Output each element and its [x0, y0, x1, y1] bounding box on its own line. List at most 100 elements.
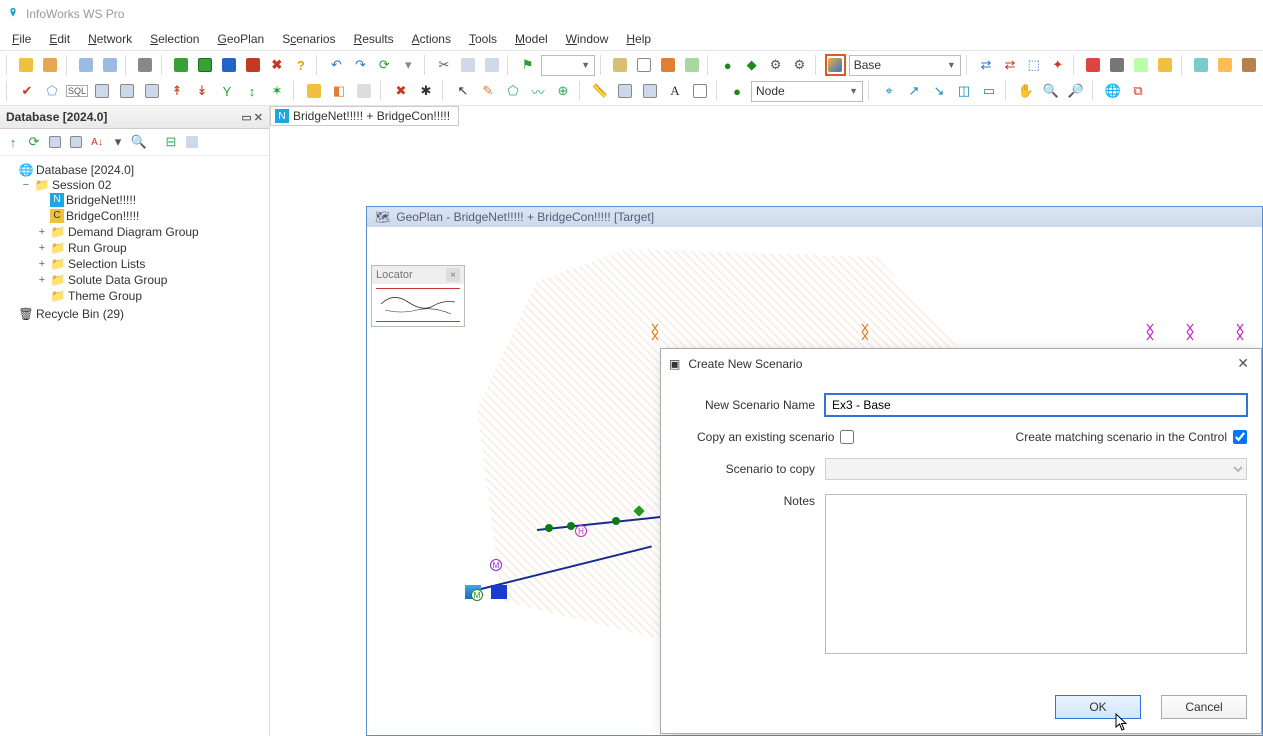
db-tool-filter[interactable]: ▾: [109, 133, 127, 151]
menu-window[interactable]: Window: [558, 30, 617, 48]
tool-a4[interactable]: ✦: [1047, 54, 1068, 76]
tool-gear2[interactable]: ⚙: [789, 54, 810, 76]
tool-trace2[interactable]: ↡: [191, 80, 213, 102]
tool-b3[interactable]: [1131, 54, 1152, 76]
tool-poly2[interactable]: ⬠: [502, 80, 524, 102]
scenario-name-input[interactable]: [825, 394, 1247, 416]
tree-item-bridgecon[interactable]: +CBridgeCon!!!!!: [36, 209, 267, 223]
tool-node1[interactable]: ●: [717, 54, 738, 76]
tool-find[interactable]: ⌖: [878, 80, 900, 102]
tool-b1[interactable]: [1083, 54, 1104, 76]
tool-reject[interactable]: ✖: [266, 54, 287, 76]
tool-history[interactable]: ▾: [398, 54, 419, 76]
menu-edit[interactable]: Edit: [41, 30, 78, 48]
tool-gear1[interactable]: ⚙: [765, 54, 786, 76]
tool-revert[interactable]: [195, 54, 216, 76]
tool-table1[interactable]: [91, 80, 113, 102]
tool-new[interactable]: [16, 54, 37, 76]
db-tool-grid[interactable]: [46, 133, 64, 151]
menu-actions[interactable]: Actions: [404, 30, 459, 48]
dialog-titlebar[interactable]: ▣ Create New Scenario ✕: [661, 349, 1261, 378]
menu-help[interactable]: Help: [618, 30, 659, 48]
tree-item-theme[interactable]: +📁Theme Group: [36, 289, 267, 303]
object-type-dropdown[interactable]: Node▼: [751, 81, 863, 102]
database-tree[interactable]: − 🌐 Database [2024.0] − 📁 Session 02: [0, 156, 269, 736]
create-matching-checkbox[interactable]: Create matching scenario in the Control: [1016, 430, 1247, 444]
tool-import[interactable]: [243, 54, 264, 76]
db-tool-tree[interactable]: ⊟: [162, 133, 180, 151]
tool-trace4[interactable]: ↕: [241, 80, 263, 102]
tree-root[interactable]: − 🌐 Database [2024.0]: [4, 163, 267, 177]
tool-c2[interactable]: [1214, 54, 1235, 76]
document-tab[interactable]: N BridgeNet!!!!! + BridgeCon!!!!!: [270, 106, 459, 126]
tool-paste[interactable]: [99, 54, 120, 76]
tool-grid1[interactable]: [610, 54, 631, 76]
tool-flag[interactable]: ⚑: [517, 54, 538, 76]
copy-existing-checkbox[interactable]: Copy an existing scenario: [697, 430, 854, 444]
tool-trace5[interactable]: ✶: [266, 80, 288, 102]
db-tool-list[interactable]: [67, 133, 85, 151]
tool-del[interactable]: ✖: [390, 80, 412, 102]
tool-ruler[interactable]: 📏: [589, 80, 611, 102]
tool-export[interactable]: [219, 54, 240, 76]
tool-cut[interactable]: ✂: [434, 54, 455, 76]
tool-edit[interactable]: ✎: [477, 80, 499, 102]
locator-title[interactable]: Locator ×: [372, 266, 464, 284]
tool-sel4[interactable]: ▭: [978, 80, 1000, 102]
tree-recycle[interactable]: + 🗑 Recycle Bin (29): [4, 307, 267, 321]
close-icon[interactable]: ×: [446, 268, 460, 282]
tool-zoomout[interactable]: 🔎: [1065, 80, 1087, 102]
tree-item-solute[interactable]: +📁Solute Data Group: [36, 273, 267, 287]
locator-thumbnail[interactable]: [372, 284, 464, 326]
tool-label[interactable]: [689, 80, 711, 102]
tool-c3[interactable]: [1238, 54, 1259, 76]
tool-sel3[interactable]: ◫: [953, 80, 975, 102]
tool-grid[interactable]: [614, 80, 636, 102]
tool-poly[interactable]: ⬠: [41, 80, 63, 102]
tool-a3[interactable]: ⬚: [1023, 54, 1044, 76]
tool-copy[interactable]: [75, 54, 96, 76]
panel-close-icon[interactable]: ✕: [254, 111, 263, 124]
tool-commit[interactable]: [171, 54, 192, 76]
tool-a2[interactable]: ⇄: [999, 54, 1020, 76]
tool-grid3[interactable]: [658, 54, 679, 76]
tool-clear1[interactable]: [303, 80, 325, 102]
tree-item-selection[interactable]: +📁Selection Lists: [36, 257, 267, 271]
tool-help[interactable]: ?: [290, 54, 311, 76]
menu-scenarios[interactable]: Scenarios: [274, 30, 343, 48]
tool-sel1[interactable]: ↗: [903, 80, 925, 102]
tool-globe[interactable]: 🌐: [1102, 80, 1124, 102]
tool-pan[interactable]: ✋: [1015, 80, 1037, 102]
tool-undo[interactable]: ↶: [326, 54, 347, 76]
tool-c1[interactable]: [1190, 54, 1211, 76]
tool-text[interactable]: A: [664, 80, 686, 102]
tool-clear2[interactable]: ◧: [328, 80, 350, 102]
tool-b4[interactable]: [1155, 54, 1176, 76]
ok-button[interactable]: OK: [1055, 695, 1141, 719]
tree-item-bridgenet[interactable]: +NBridgeNet!!!!!: [36, 193, 267, 207]
tool-lasso[interactable]: 〰: [527, 80, 549, 102]
tool-grid4[interactable]: [682, 54, 703, 76]
tool-node2[interactable]: ◆: [741, 54, 762, 76]
db-tool-sort[interactable]: A↓: [88, 133, 106, 151]
tool-dropdown-blank[interactable]: ▼: [541, 55, 595, 76]
tool-trace1[interactable]: ↟: [166, 80, 188, 102]
locator-panel[interactable]: Locator ×: [371, 265, 465, 327]
tool-trace3[interactable]: Y: [216, 80, 238, 102]
tool-sql[interactable]: SQL: [66, 80, 88, 102]
tool-table3[interactable]: [141, 80, 163, 102]
tool-validate[interactable]: ✔: [16, 80, 38, 102]
tool-redo[interactable]: ↷: [350, 54, 371, 76]
db-tool-flat[interactable]: [183, 133, 201, 151]
scenario-dropdown[interactable]: Base▼: [849, 55, 961, 76]
tree-item-demand[interactable]: +📁Demand Diagram Group: [36, 225, 267, 239]
tool-scenario-manager[interactable]: [825, 54, 846, 76]
tool-bug[interactable]: ✱: [415, 80, 437, 102]
tool-snap[interactable]: [639, 80, 661, 102]
tool-grid2[interactable]: [634, 54, 655, 76]
tool-pointer[interactable]: ↖: [452, 80, 474, 102]
menu-model[interactable]: Model: [507, 30, 556, 48]
menu-file[interactable]: File: [4, 30, 39, 48]
menu-selection[interactable]: Selection: [142, 30, 207, 48]
tool-print[interactable]: [135, 54, 156, 76]
